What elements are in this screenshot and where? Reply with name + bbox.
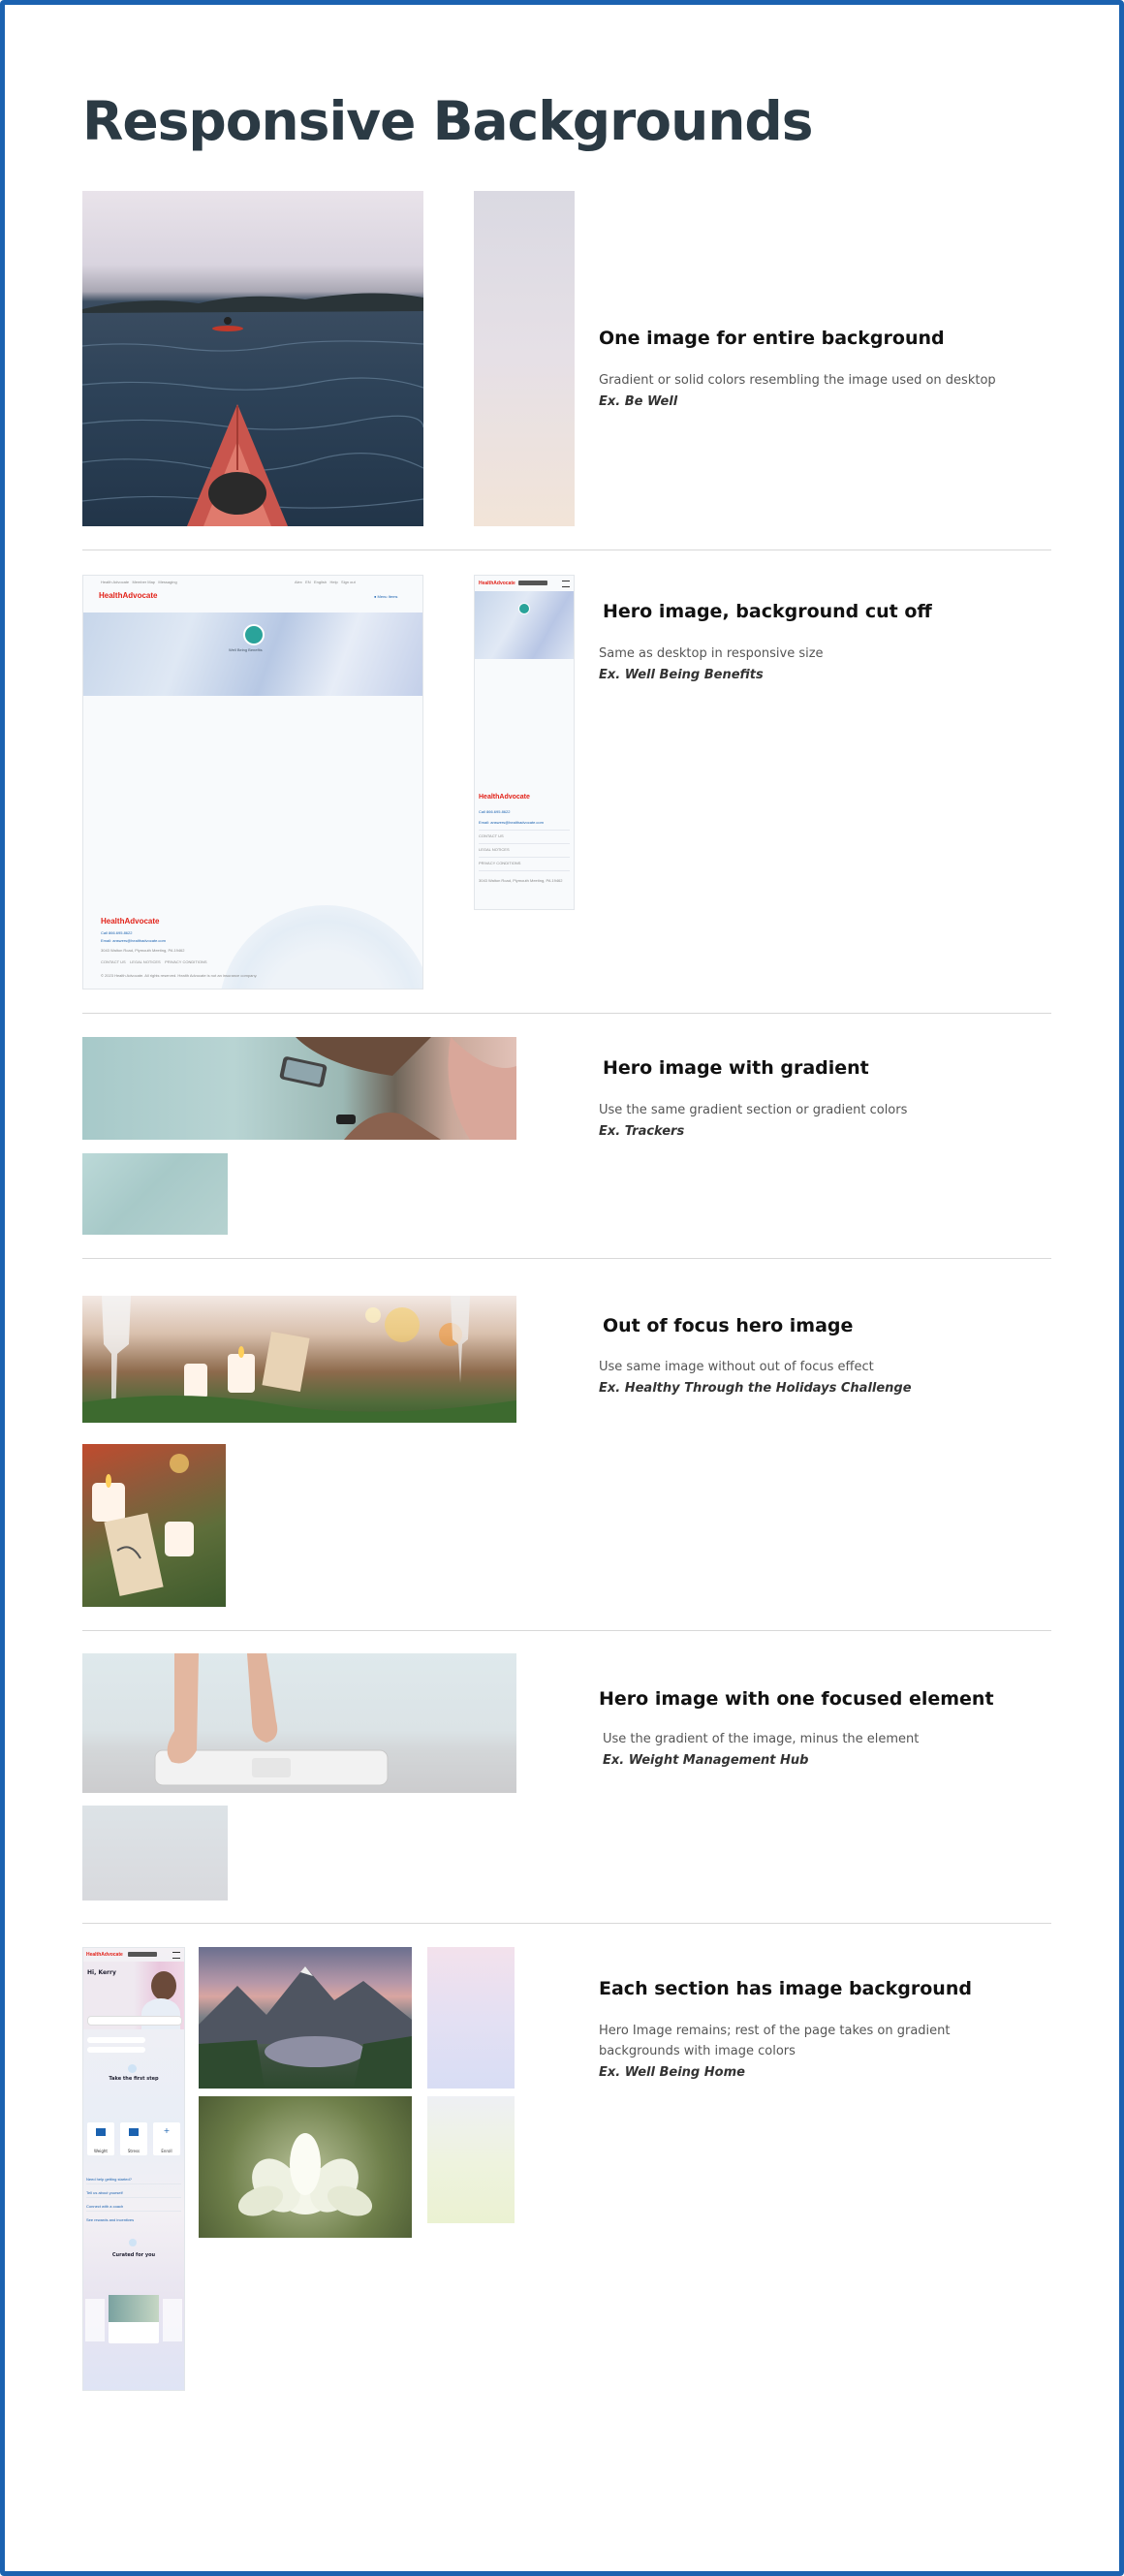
feet-on-scale bbox=[154, 1653, 389, 1786]
section-example: Ex. Well Being Home bbox=[599, 2065, 745, 2080]
curated-icon bbox=[129, 2239, 137, 2246]
holiday-cropped-image bbox=[82, 1444, 226, 1607]
section-heading: Hero image with gradient bbox=[603, 1057, 869, 1079]
first-step-heading: Take the first step bbox=[109, 2076, 159, 2082]
section-description: Same as desktop in responsive size bbox=[599, 646, 824, 661]
gradient-swatch-lime bbox=[427, 2096, 515, 2223]
page-title: Responsive Backgrounds bbox=[82, 90, 814, 152]
section-heading: Out of focus hero image bbox=[603, 1315, 854, 1336]
lotus-illustration bbox=[237, 2133, 373, 2216]
brand-logo-footer: HealthAdvocate bbox=[101, 917, 160, 926]
desktop-site-mockup: Health Advocate Member Map Messaging Ale… bbox=[82, 575, 423, 990]
tile-stress[interactable]: Stress bbox=[120, 2122, 147, 2155]
section-description: Use the same gradient section or gradien… bbox=[599, 1103, 908, 1117]
holiday-table-hero-image bbox=[82, 1296, 516, 1423]
kayak-lake-image bbox=[82, 191, 423, 526]
gradient-swatch-1 bbox=[474, 191, 575, 526]
scale-hero-image bbox=[82, 1653, 516, 1793]
page-frame: Responsive Backgrounds One image for ent… bbox=[0, 0, 1124, 2576]
tile-weight[interactable]: Weight bbox=[87, 2122, 114, 2155]
gradient-swatch-lavender bbox=[427, 1947, 515, 2089]
section-description: Use the gradient of the image, minus the… bbox=[603, 1732, 920, 1746]
brand-logo-footer: HealthAdvocate bbox=[479, 794, 530, 801]
tile-enroll[interactable]: + Enroll bbox=[153, 2122, 180, 2155]
step-icon bbox=[128, 2064, 137, 2073]
tile-label: Stress bbox=[127, 2149, 140, 2153]
greeting: Hi, Kerry bbox=[87, 1969, 116, 1976]
divider bbox=[82, 1013, 1051, 1014]
section-heading: One image for entire background bbox=[599, 328, 945, 349]
candles-and-menu-card bbox=[82, 1296, 516, 1423]
section-heading: Hero image, background cut off bbox=[603, 601, 932, 622]
hero-badge-icon bbox=[518, 603, 530, 614]
section-example: Ex. Well Being Benefits bbox=[599, 668, 764, 682]
tile-label: Enroll bbox=[161, 2149, 172, 2153]
section-heading: Hero image with one focused element bbox=[599, 1688, 994, 1710]
brand-logo: HealthAdvocate bbox=[86, 1952, 123, 1958]
home-mobile-mockup: HealthAdvocate Hi, Kerry Take the first … bbox=[82, 1947, 185, 2391]
link-item[interactable]: Need help getting started? bbox=[86, 2177, 132, 2182]
trackers-gradient-swatch bbox=[82, 1153, 228, 1235]
stress-icon bbox=[129, 2128, 139, 2136]
curated-heading: Curated for you bbox=[111, 2252, 156, 2258]
link-item[interactable]: Tell us about yourself bbox=[86, 2190, 123, 2195]
divider bbox=[82, 1258, 1051, 1259]
hero-sky bbox=[475, 591, 574, 659]
section-description-line-2: backgrounds with image colors bbox=[599, 2044, 796, 2058]
section-example: Ex. Trackers bbox=[599, 1124, 685, 1139]
section-description: Gradient or solid colors resembling the … bbox=[599, 373, 996, 388]
brand-logo: HealthAdvocate bbox=[479, 581, 515, 586]
weight-icon bbox=[96, 2128, 106, 2136]
section-heading: Each section has image background bbox=[599, 1978, 972, 1999]
section-example: Ex. Healthy Through the Holidays Challen… bbox=[599, 1381, 912, 1396]
plus-icon: + bbox=[163, 2126, 171, 2135]
mountain-lake-illustration bbox=[199, 1966, 412, 2089]
menu-icon[interactable] bbox=[172, 1952, 180, 1959]
menu-icon[interactable] bbox=[562, 581, 570, 587]
trackers-hero-image bbox=[82, 1037, 516, 1140]
hero-badge-icon bbox=[243, 624, 265, 645]
section-example: Ex. Weight Management Hub bbox=[603, 1753, 809, 1768]
menu-card-candles bbox=[92, 1454, 194, 1596]
link-item[interactable]: Connect with a coach bbox=[86, 2204, 123, 2209]
section-description: Use same image without out of focus effe… bbox=[599, 1360, 874, 1374]
section-description-line-1: Hero Image remains; rest of the page tak… bbox=[599, 2024, 951, 2038]
kayak-illustration bbox=[82, 293, 423, 526]
link-item[interactable]: See rewards and incentives bbox=[86, 2217, 134, 2222]
content-card[interactable] bbox=[109, 2295, 159, 2343]
section-example: Ex. Be Well bbox=[599, 394, 678, 409]
brand-logo: HealthAdvocate bbox=[99, 591, 158, 600]
divider bbox=[82, 1630, 1051, 1631]
scale-gradient-swatch bbox=[82, 1806, 228, 1901]
people-checking-phone bbox=[279, 1037, 516, 1140]
mobile-site-mockup: HealthAdvocate HealthAdvocate Call 866.6… bbox=[474, 575, 575, 910]
divider bbox=[82, 1923, 1051, 1924]
mountain-lake-image bbox=[199, 1947, 412, 2089]
lotus-flower-image bbox=[199, 2096, 412, 2238]
tile-label: Weight bbox=[94, 2149, 108, 2153]
